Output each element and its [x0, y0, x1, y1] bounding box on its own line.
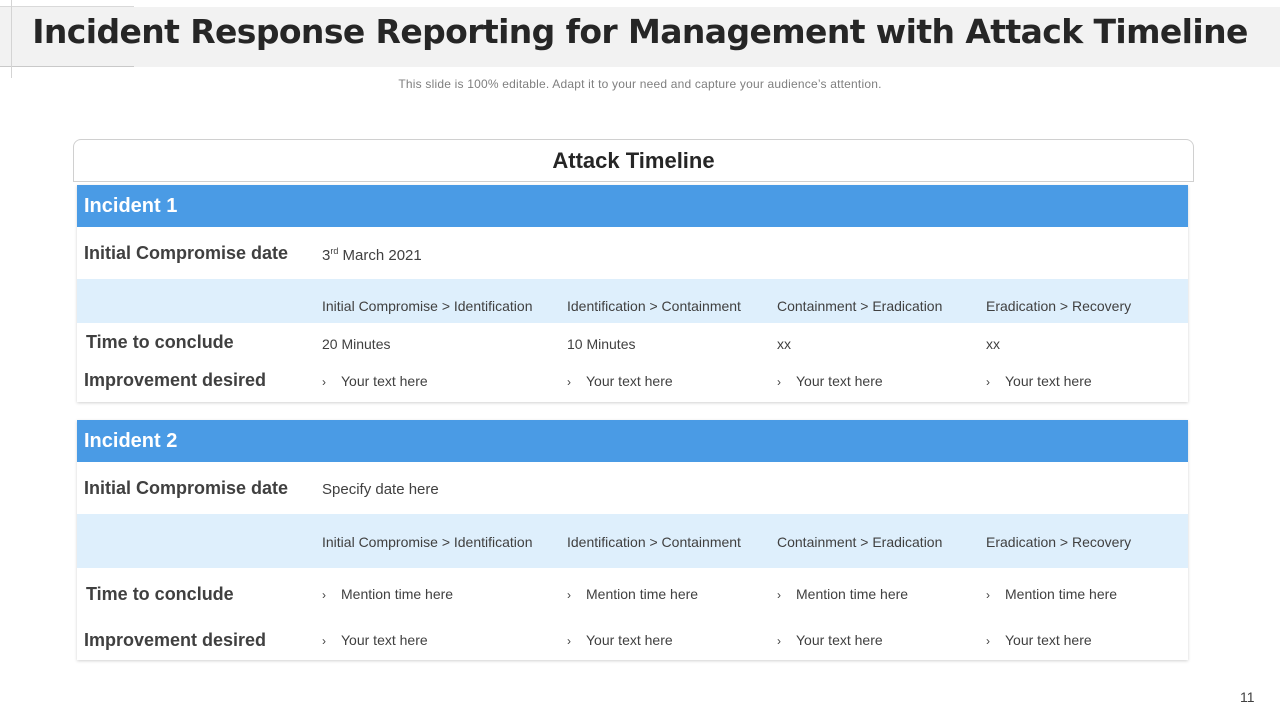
incident-2-date-label: Initial Compromise date: [84, 478, 289, 498]
chevron-right-icon: ›: [986, 588, 990, 602]
incident-1-improvement-3: › Your text here: [777, 373, 883, 389]
incident-2-time-row: Time to conclude › Mention time here › Men…: [77, 568, 1188, 614]
chevron-right-icon: ›: [986, 375, 990, 389]
incident-1-phase-1: Initial Compromise > Identification: [322, 298, 533, 314]
incident-1-improvement-2: › Your text here: [567, 373, 673, 389]
incident-2-time-1: › Mention time here: [322, 586, 454, 602]
incident-2-improvement-2: › Your text here: [567, 632, 673, 648]
incident-2-date-row: Initial Compromise date Specify date her…: [77, 462, 1188, 514]
incident-1-time-3: xx: [777, 336, 791, 352]
incident-1-panel: Incident 1 Initial Compromise date 3rd M…: [77, 185, 1188, 402]
incident-1-time-label: Time to conclude: [86, 332, 234, 352]
incident-2-improvement-3: › Your text here: [777, 632, 883, 648]
incident-2-time-2: › Mention time here: [567, 586, 699, 602]
chevron-right-icon: ›: [567, 634, 571, 648]
incident-2-improvement-4: › Your text here: [986, 632, 1092, 648]
incident-2-time-label: Time to conclude: [86, 584, 234, 604]
incident-2-time-4: › Mention time here: [986, 586, 1118, 602]
incident-1-improvement-row: Improvement desired › Your text here › You…: [77, 361, 1188, 402]
incident-2-phase-4: Eradication > Recovery: [986, 534, 1132, 550]
chevron-right-icon: ›: [777, 375, 781, 389]
page-title: Incident Response Reporting for Manageme…: [32, 12, 1248, 51]
chevron-right-icon: ›: [322, 588, 326, 602]
chevron-right-icon: ›: [777, 634, 781, 648]
chevron-right-icon: ›: [322, 634, 326, 648]
incident-1-phase-2: Identification > Containment: [567, 298, 741, 314]
incident-2-phase-2: Identification > Containment: [567, 534, 741, 550]
incident-2-phase-row: Initial Compromise > Identification Iden…: [77, 514, 1188, 568]
chevron-right-icon: ›: [777, 588, 781, 602]
incident-1-date-value: 3rd March 2021: [322, 246, 422, 264]
incident-1-improvement-1: › Your text here: [322, 373, 428, 389]
incident-1-time-row: Time to conclude 20 Minutes 10 Minutes x…: [77, 323, 1188, 361]
incident-1-improvement-label: Improvement desired: [84, 370, 267, 390]
incident-2-time-3: › Mention time here: [777, 586, 909, 602]
incident-2-improvement-row: Improvement desired › Your text here › You…: [77, 614, 1188, 660]
chevron-right-icon: ›: [322, 375, 326, 389]
incident-1-improvement-4: › Your text here: [986, 373, 1092, 389]
incident-2-phase-3: Containment > Eradication: [777, 534, 943, 550]
incident-2-improvement-1: › Your text here: [322, 632, 428, 648]
incident-1-time-1: 20 Minutes: [322, 336, 391, 352]
incident-1-phase-3: Containment > Eradication: [777, 298, 943, 314]
incident-1-phase-4: Eradication > Recovery: [986, 298, 1132, 314]
decor-line-top: [0, 6, 134, 7]
attack-timeline-header: Attack Timeline: [73, 139, 1194, 182]
incident-2-phase-1: Initial Compromise > Identification: [322, 534, 533, 550]
incident-1-time-2: 10 Minutes: [567, 336, 636, 352]
incident-1-time-4: xx: [986, 336, 1000, 352]
chevron-right-icon: ›: [986, 634, 990, 648]
subtitle: This slide is 100% editable. Adapt it to…: [398, 77, 882, 91]
incident-2-date-value: Specify date here: [322, 481, 439, 498]
chevron-right-icon: ›: [567, 375, 571, 389]
incident-2-panel: Incident 2 Initial Compromise date Speci…: [77, 420, 1188, 660]
decor-line-horizontal: [0, 66, 134, 67]
chevron-right-icon: ›: [567, 588, 571, 602]
incident-1-date-row: Initial Compromise date 3rd March 2021: [77, 227, 1188, 279]
incident-2-improvement-label: Improvement desired: [84, 630, 267, 650]
incident-1-date-label: Initial Compromise date: [84, 243, 289, 263]
incident-2-title: Incident 2: [77, 420, 1188, 462]
incident-1-phase-row: Initial Compromise > Identification Iden…: [77, 279, 1188, 323]
page-number: 11: [1240, 689, 1255, 705]
incident-1-title: Incident 1: [77, 185, 1188, 227]
